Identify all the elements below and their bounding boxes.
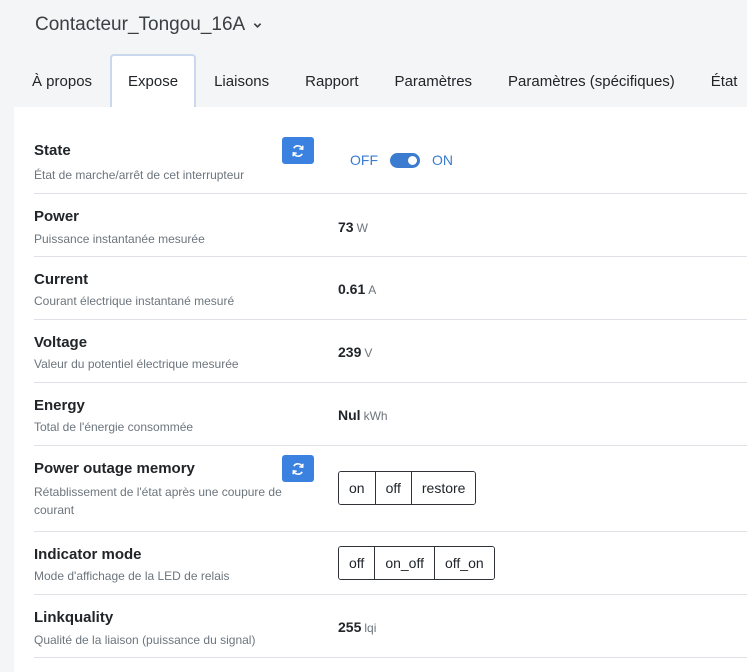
expose-row-power: Power Puissance instantanée mesurée 73 W [34, 194, 747, 257]
value-number: 0.61 [338, 281, 366, 297]
expose-row-current: Current Courant électrique instantané me… [34, 257, 747, 320]
expose-row-power-outage-memory: Power outage memory Rétablissement de l'… [34, 446, 747, 532]
option-on-button[interactable]: on [339, 472, 376, 504]
tab-bindings[interactable]: Liaisons [196, 54, 287, 107]
value-unit: lqi [364, 621, 377, 635]
refresh-button[interactable] [282, 137, 314, 164]
value-number: 255 [338, 619, 362, 635]
expose-row-voltage: Voltage Valeur du potentiel électrique m… [34, 320, 747, 383]
value-number: 73 [338, 219, 354, 235]
off-label[interactable]: OFF [350, 152, 378, 168]
option-off-on-button[interactable]: off_on [434, 547, 494, 579]
device-title: Contacteur_Tongou_16A [35, 14, 246, 35]
expose-row-energy: Energy Total de l'énergie consommée Nul k… [34, 383, 747, 446]
expose-description: État de marche/arrêt de cet interrupteur [34, 168, 245, 182]
expose-description: Rétablissement de l'état après une coupu… [34, 485, 282, 517]
expose-row-indicator-mode: Indicator mode Mode d'affichage de la LE… [34, 532, 747, 595]
expose-name: Voltage [34, 334, 88, 351]
indicator-mode-options: off on_off off_on [338, 546, 495, 580]
expose-description: Qualité de la liaison (puissance du sign… [34, 633, 256, 647]
value-unit: kWh [363, 409, 388, 423]
expose-value: Nul kWh [338, 407, 388, 423]
tab-bar: À propos Expose Liaisons Rapport Paramèt… [14, 54, 747, 107]
expose-name: Linkquality [34, 609, 114, 626]
expose-row-linkquality: Linkquality Qualité de la liaison (puiss… [34, 595, 747, 658]
option-off-button[interactable]: off [375, 472, 412, 504]
expose-value: 73 W [338, 219, 368, 235]
option-on-off-button[interactable]: on_off [375, 547, 435, 579]
expose-value: 239 V [338, 344, 372, 360]
state-toggle: OFF ON [350, 152, 453, 168]
expose-name: State [34, 142, 71, 159]
option-off-button[interactable]: off [339, 547, 376, 579]
expose-description: Mode d'affichage de la LED de relais [34, 569, 230, 583]
value-unit: A [368, 283, 377, 297]
tab-about[interactable]: À propos [14, 54, 110, 107]
expose-name: Power [34, 208, 80, 225]
refresh-button[interactable] [282, 455, 314, 482]
tab-state[interactable]: État [693, 54, 747, 107]
tab-specific-settings[interactable]: Paramètres (spécifiques) [490, 54, 693, 107]
expose-row-state: State État de marche/arrêt de cet interr… [34, 129, 747, 194]
chevron-down-icon [253, 22, 262, 28]
value-number: 239 [338, 344, 362, 360]
expose-description: Courant électrique instantané mesuré [34, 294, 235, 308]
expose-panel: State État de marche/arrêt de cet interr… [14, 107, 747, 672]
expose-name: Indicator mode [34, 546, 142, 563]
state-switch[interactable] [390, 152, 420, 168]
expose-name: Energy [34, 397, 85, 414]
expose-value: 255 lqi [338, 619, 376, 635]
tab-expose[interactable]: Expose [110, 54, 197, 107]
value-number: Nul [338, 407, 361, 423]
tab-reporting[interactable]: Rapport [287, 54, 376, 107]
option-restore-button[interactable]: restore [411, 472, 476, 504]
expose-name: Current [34, 271, 89, 288]
on-label[interactable]: ON [432, 152, 453, 168]
value-unit: V [364, 346, 373, 360]
expose-name: Power outage memory [34, 460, 195, 477]
refresh-icon [292, 462, 304, 475]
expose-value: 0.61 A [338, 281, 376, 297]
value-unit: W [356, 221, 368, 235]
expose-description: Total de l'énergie consommée [34, 420, 194, 434]
expose-description: Puissance instantanée mesurée [34, 232, 205, 246]
expose-description: Valeur du potentiel électrique mesurée [34, 357, 239, 371]
tab-settings[interactable]: Paramètres [377, 54, 491, 107]
switch-knob [408, 155, 417, 165]
refresh-icon [292, 144, 304, 157]
power-outage-memory-options: on off restore [338, 471, 477, 505]
device-title-dropdown[interactable]: Contacteur_Tongou_16A [35, 14, 262, 36]
